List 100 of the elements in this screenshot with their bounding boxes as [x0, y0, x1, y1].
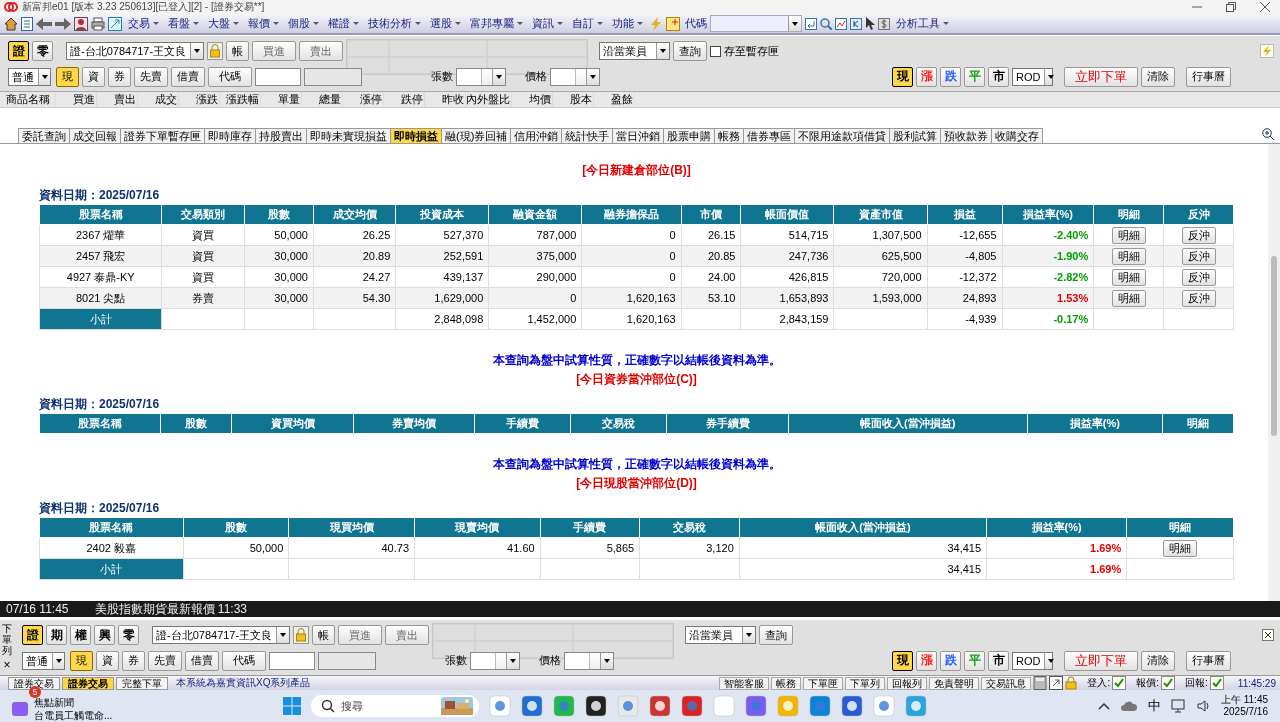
- price-type-button[interactable]: 市: [988, 650, 1009, 671]
- close-icon[interactable]: [1260, 2, 1270, 12]
- line-chart-icon[interactable]: [835, 17, 847, 30]
- app-icon[interactable]: [585, 695, 608, 717]
- tab[interactable]: 收購交存: [991, 128, 1044, 143]
- menu-item[interactable]: 功能: [609, 16, 646, 31]
- cursor-icon[interactable]: [865, 17, 875, 30]
- tab[interactable]: 成交回報: [69, 128, 121, 143]
- candlestick-icon[interactable]: [850, 17, 862, 30]
- calculator-icon[interactable]: [1033, 676, 1048, 690]
- expand-icon[interactable]: [108, 16, 122, 31]
- clear-button[interactable]: 清除: [1141, 66, 1175, 87]
- taskbar-search-box[interactable]: 搜尋: [311, 695, 480, 717]
- home-icon[interactable]: [4, 16, 18, 31]
- buy-button[interactable]: 買進: [338, 625, 383, 645]
- query-button[interactable]: 查詢: [673, 41, 708, 61]
- chevron-up-icon[interactable]: [1097, 702, 1110, 710]
- price-type-button[interactable]: 現: [892, 66, 913, 87]
- market-toggle[interactable]: 權: [70, 625, 91, 645]
- input-method-indicator[interactable]: 中: [1147, 697, 1161, 715]
- code-field[interactable]: [710, 15, 802, 32]
- tab[interactable]: 信用沖銷: [510, 128, 563, 143]
- time-in-force-dropdown[interactable]: ROD: [1012, 67, 1053, 86]
- bottom-tab[interactable]: 完整下單: [116, 676, 168, 690]
- menu-item[interactable]: 技術分析: [365, 16, 424, 31]
- order-type-dropdown[interactable]: 普通: [22, 651, 65, 670]
- printer-icon[interactable]: [91, 16, 105, 31]
- market-toggle[interactable]: 期: [46, 625, 67, 645]
- detail-button[interactable]: 明細: [1111, 247, 1146, 265]
- order-type-dropdown[interactable]: 普通: [8, 67, 51, 86]
- market-toggle[interactable]: 證: [8, 41, 29, 61]
- status-button[interactable]: 交易訊息: [981, 676, 1032, 690]
- expand-icon[interactable]: [1049, 676, 1064, 690]
- save-draft-checkbox[interactable]: [710, 45, 722, 57]
- tab[interactable]: 統計快手: [561, 128, 614, 143]
- document-icon[interactable]: [21, 16, 33, 31]
- menu-item[interactable]: 富邦專屬: [467, 16, 526, 31]
- account-dropdown[interactable]: 證-台北0784717-王文良: [66, 42, 205, 60]
- status-button[interactable]: 智能客服: [719, 676, 770, 690]
- salesperson-dropdown[interactable]: 沿當業員: [685, 626, 757, 644]
- trade-type-button[interactable]: 先賣: [134, 66, 168, 87]
- trade-type-button[interactable]: 資: [82, 66, 105, 87]
- network-icon[interactable]: [1170, 699, 1187, 713]
- close-button[interactable]: ×: [3, 658, 11, 672]
- news-headline[interactable]: 台電員工觸電命...: [34, 709, 113, 722]
- tab[interactable]: 即時損益: [390, 128, 442, 143]
- tab[interactable]: 證券下單暫存匣: [120, 128, 205, 143]
- price-type-button[interactable]: 現: [892, 650, 913, 671]
- tab[interactable]: 不限用途款項借貸: [794, 128, 891, 143]
- trade-type-button[interactable]: 先賣: [148, 650, 182, 671]
- lock-icon[interactable]: [293, 626, 310, 644]
- code-button[interactable]: 代碼: [222, 650, 266, 671]
- detail-button[interactable]: 明細: [1111, 268, 1146, 286]
- ticker-headline[interactable]: 美股指數期貨最新報價 11:33: [94, 600, 247, 618]
- enter-icon[interactable]: [805, 17, 817, 30]
- tab[interactable]: 預收款券: [940, 128, 993, 143]
- dollar-icon[interactable]: [878, 17, 890, 30]
- calendar-button[interactable]: 行事曆: [1186, 66, 1231, 87]
- status-button[interactable]: 回報列: [887, 676, 928, 690]
- detail-button[interactable]: 明細: [1111, 226, 1146, 244]
- trade-type-button[interactable]: 現: [70, 650, 93, 671]
- status-button[interactable]: 下單匣: [803, 676, 844, 690]
- trade-type-button[interactable]: 資: [96, 650, 119, 671]
- menu-item[interactable]: 選股: [427, 16, 464, 31]
- menu-item[interactable]: 權證: [325, 16, 362, 31]
- calendar-button[interactable]: 行事曆: [1186, 650, 1231, 671]
- person-icon[interactable]: [74, 16, 88, 31]
- price-type-button[interactable]: 跌: [940, 66, 961, 87]
- time-in-force-dropdown[interactable]: ROD: [1012, 651, 1053, 670]
- menu-item[interactable]: 看盤: [165, 16, 202, 31]
- trade-type-button[interactable]: 現: [56, 66, 79, 87]
- tab[interactable]: 融(現)券回補: [441, 128, 512, 143]
- market-toggle[interactable]: 零: [118, 625, 139, 645]
- query-button[interactable]: 查詢: [759, 625, 794, 645]
- market-toggle[interactable]: 興: [94, 625, 115, 645]
- price-field[interactable]: [550, 67, 600, 86]
- price-type-button[interactable]: 跌: [940, 650, 961, 671]
- code-button[interactable]: 代碼: [208, 66, 252, 87]
- close-icon[interactable]: [1262, 629, 1274, 641]
- reverse-button[interactable]: 反沖: [1181, 268, 1216, 286]
- tab[interactable]: 即時未實現損益: [306, 128, 391, 143]
- trade-type-button[interactable]: 借賣: [171, 66, 205, 87]
- detail-button[interactable]: 明細: [1111, 289, 1146, 307]
- submit-order-button[interactable]: 立即下單: [1064, 650, 1138, 671]
- bottom-tab[interactable]: 證券交易: [62, 676, 114, 690]
- tab[interactable]: 持股賣出: [255, 128, 307, 143]
- code-field[interactable]: [269, 651, 315, 670]
- menu-item[interactable]: 個股: [285, 16, 322, 31]
- lock-icon[interactable]: [207, 42, 224, 60]
- restore-icon[interactable]: [1226, 2, 1236, 12]
- menu-item[interactable]: 自訂: [569, 16, 606, 31]
- scrollbar[interactable]: [1268, 144, 1280, 601]
- trade-type-button[interactable]: 券: [122, 650, 145, 671]
- buy-button[interactable]: 買進: [252, 41, 297, 61]
- tab[interactable]: 帳務: [714, 128, 745, 143]
- tab[interactable]: 股票申購: [663, 128, 716, 143]
- zoom-in-icon[interactable]: [1262, 128, 1274, 140]
- menu-item[interactable]: 交易: [125, 16, 162, 31]
- back-arrow-icon[interactable]: [36, 17, 52, 30]
- submit-order-button[interactable]: 立即下單: [1064, 66, 1138, 87]
